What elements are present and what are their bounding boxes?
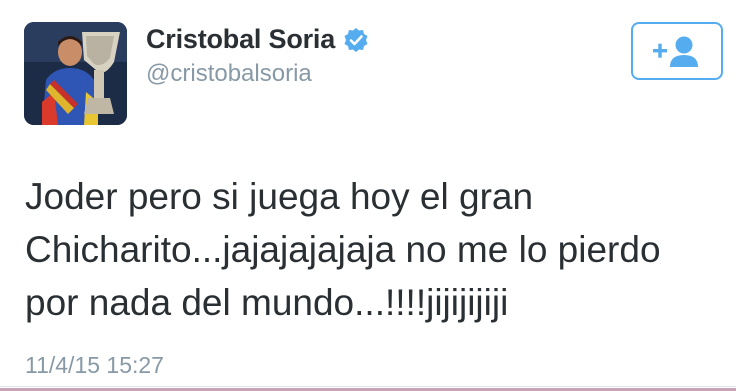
divider <box>0 386 736 387</box>
verified-badge-icon <box>343 27 369 53</box>
follow-user-icon <box>653 36 698 67</box>
avatar[interactable] <box>24 22 127 125</box>
tweet-card: Cristobal Soria @cristobalsoria Joder pe… <box>0 0 736 391</box>
tweet-text: Joder pero si juega hoy el gran Chichari… <box>25 176 661 323</box>
author-handle[interactable]: @cristobalsoria <box>146 60 312 88</box>
author-display-name[interactable]: Cristobal Soria <box>146 24 335 55</box>
author-name-row: Cristobal Soria <box>146 24 369 55</box>
tweet-timestamp[interactable]: 11/4/15 15:27 <box>25 352 164 379</box>
avatar-image <box>24 22 127 125</box>
follow-button[interactable] <box>631 22 723 80</box>
